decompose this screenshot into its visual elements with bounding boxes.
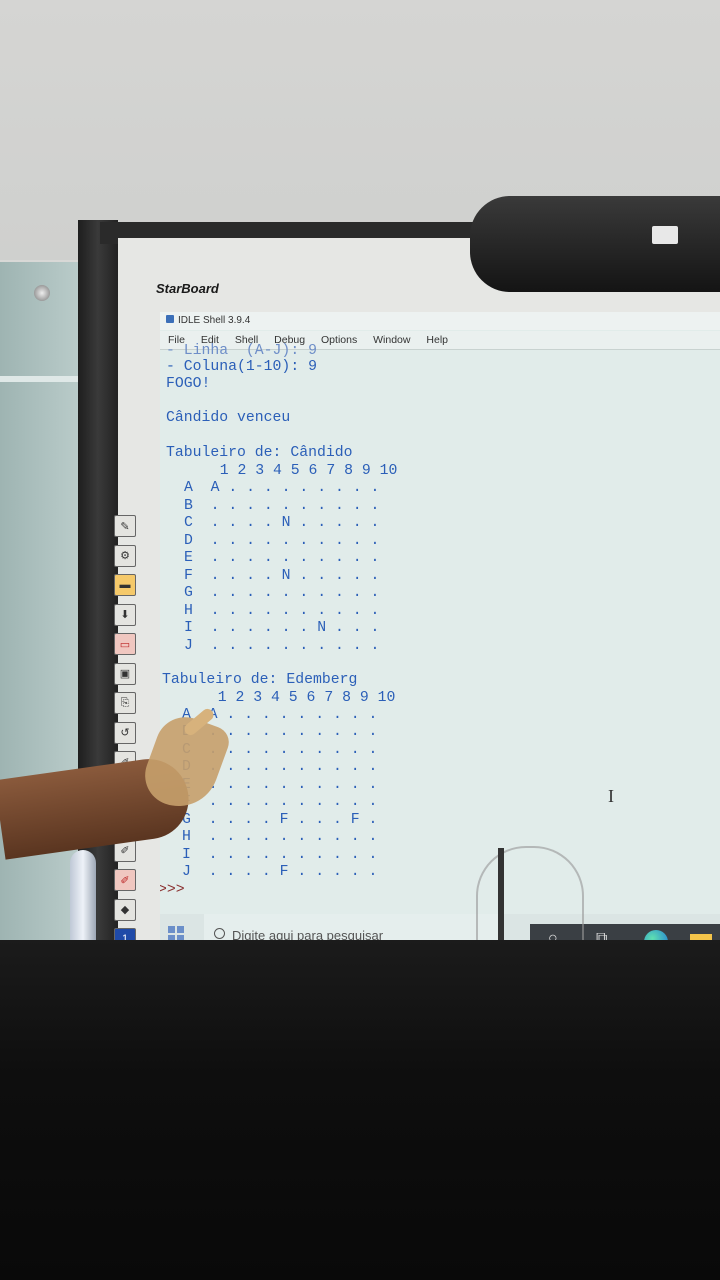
window-titlebar: IDLE Shell 3.9.4 — [160, 312, 720, 330]
menu-help[interactable]: Help — [426, 334, 448, 346]
board-row: J . . . . F . . . . . — [182, 864, 378, 880]
board-row: I . . . . . . N . . . — [184, 620, 380, 636]
tool-shape-icon[interactable]: ✐ — [114, 869, 136, 891]
tool-capture-icon[interactable]: ⎘ — [114, 692, 136, 714]
dark-foreground — [0, 940, 720, 1280]
board-row: D . . . . . . . . . . — [184, 533, 380, 549]
board-row: A A . . . . . . . . . — [184, 480, 380, 496]
board-row: G . . . . . . . . . . — [184, 585, 380, 601]
board-row: I . . . . . . . . . . — [182, 847, 378, 863]
board-title: Tabuleiro de: Edemberg — [162, 672, 358, 688]
tool-undo-icon[interactable]: ↺ — [114, 721, 136, 744]
board-toolbar: ✎ ⚙ ▬ ⬇ ▭ ▣ ⎘ ↺ ✐ ✐ ✐ ✐ ✐ ◆ 1 — [112, 515, 138, 950]
board-row: H . . . . . . . . . . — [182, 829, 378, 845]
shell-line-fogo: FOGO! — [166, 376, 211, 392]
projector-logo-icon — [652, 226, 678, 244]
shell-line-coluna: - Coluna(1-10): 9 — [166, 359, 317, 375]
board-brand-logo: StarBoard — [156, 281, 219, 296]
board-row: C . . . . N . . . . . — [184, 515, 380, 531]
menu-window[interactable]: Window — [373, 334, 410, 346]
projected-screen: IDLE Shell 3.9.4 File Edit Shell Debug O… — [160, 312, 720, 952]
projector — [470, 196, 720, 292]
search-icon — [214, 928, 225, 939]
board-row: B . . . . . . . . . . — [184, 498, 380, 514]
board-row: G . . . . F . . . F . — [182, 812, 378, 828]
python-idle-icon — [166, 315, 174, 323]
screw-icon — [34, 285, 50, 301]
tool-window-icon[interactable]: ▣ — [114, 662, 136, 685]
tool-eraser-icon[interactable]: ▭ — [114, 633, 136, 655]
text-cursor-icon: I — [608, 786, 614, 806]
board-row: J . . . . . . . . . . — [184, 638, 380, 654]
stylus-pen — [70, 850, 96, 950]
board-row: F . . . . N . . . . . — [184, 568, 380, 584]
shell-line-winner: Cândido venceu — [166, 410, 291, 426]
shell-output[interactable]: - Linha (A-J): 9 - Coluna(1-10): 9 FOGO!… — [160, 343, 720, 909]
glass-panel-edge — [0, 376, 78, 382]
board-row: E . . . . . . . . . . — [184, 550, 380, 566]
tool-select-icon[interactable]: ✎ — [114, 515, 136, 537]
tool-3d-icon[interactable]: ◆ — [114, 898, 136, 921]
board-title: Tabuleiro de: Cândido — [166, 445, 353, 461]
shell-line-cut: - Linha (A-J): 9 — [166, 343, 317, 359]
window-title: IDLE Shell 3.9.4 — [178, 315, 251, 326]
board-row: F . . . . . . . . . . — [182, 794, 378, 810]
menu-options[interactable]: Options — [321, 334, 357, 346]
board-row: H . . . . . . . . . . — [184, 603, 380, 619]
shell-prompt[interactable]: >>> — [160, 882, 185, 898]
board-column-header: 1 2 3 4 5 6 7 8 9 10 — [200, 690, 396, 706]
tool-pointer-icon[interactable]: ⬇ — [114, 603, 136, 626]
tool-highlighter-icon[interactable]: ▬ — [114, 574, 136, 596]
board-column-header: 1 2 3 4 5 6 7 8 9 10 — [202, 463, 398, 479]
tool-gear-icon[interactable]: ⚙ — [114, 544, 136, 567]
